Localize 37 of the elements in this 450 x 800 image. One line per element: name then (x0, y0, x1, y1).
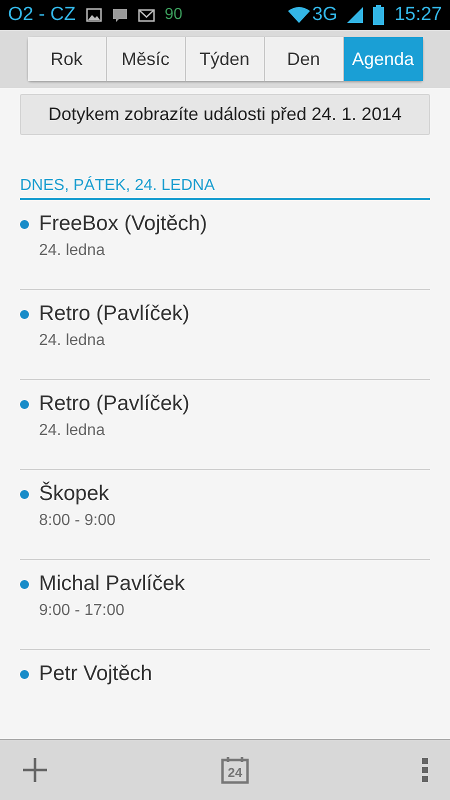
show-earlier-button[interactable]: Dotykem zobrazíte události před 24. 1. 2014 (20, 94, 430, 136)
overflow-menu-icon (422, 758, 428, 782)
add-button[interactable] (22, 757, 48, 783)
view-tab[interactable]: Týden (186, 37, 264, 81)
event-title[interactable]: Michal Pavlíček (39, 572, 185, 596)
event-title[interactable]: Retro (Pavlíček) (39, 392, 190, 416)
event-title[interactable]: Retro (Pavlíček) (39, 302, 190, 326)
event-dot (20, 220, 29, 230)
event-title[interactable]: FreeBox (Vojtěch) (39, 212, 208, 236)
event-time: 24. ledna (39, 422, 106, 440)
event-time: 9:00 - 17:00 (39, 602, 126, 620)
day-header: DNES, PÁTEK, 24. LEDNA (20, 177, 430, 200)
view-tab[interactable]: Rok (28, 37, 106, 81)
event-title[interactable]: Škopek (39, 482, 116, 506)
chat-bubble-icon (112, 8, 128, 22)
event-dot (20, 580, 29, 590)
event-dot (20, 490, 29, 500)
carrier-name: O2 - CZ (8, 4, 76, 26)
event-time: 24. ledna (39, 332, 106, 350)
signal-icon (347, 7, 364, 23)
event-time: 8:00 - 9:00 (39, 512, 116, 530)
view-tab[interactable]: Den (264, 37, 344, 81)
event-dot (20, 400, 29, 410)
event-time: 24. ledna (39, 242, 106, 260)
clock-time: 15:27 (394, 4, 442, 26)
battery-icon (373, 5, 384, 25)
notification-count: 90 (164, 6, 182, 24)
menu-button[interactable] (422, 758, 428, 782)
wifi-icon (288, 7, 310, 23)
mail-icon (138, 8, 155, 22)
event-dot (20, 670, 29, 680)
network-type: 3G (312, 4, 338, 26)
plus-icon (22, 757, 48, 783)
image-icon (86, 8, 102, 22)
event-dot (20, 310, 29, 320)
view-tab[interactable]: Měsíc (106, 37, 186, 81)
event-title[interactable]: Petr Vojtěch (39, 662, 152, 686)
